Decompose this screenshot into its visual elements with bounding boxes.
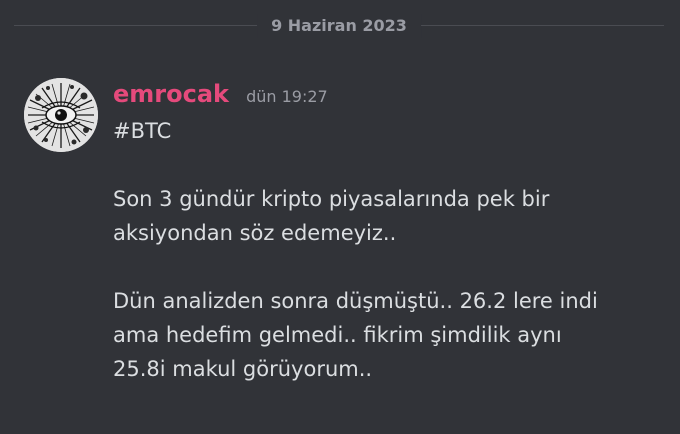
message-header: emrocak dün 19:27 xyxy=(113,74,660,114)
avatar[interactable] xyxy=(24,78,98,152)
message-timestamp[interactable]: dün 19:27 xyxy=(246,87,328,106)
message-paragraph: Son 3 gündür kripto piyasalarında pek bi… xyxy=(113,187,550,245)
avatar-image xyxy=(24,78,98,152)
date-divider-label: 9 Haziran 2023 xyxy=(257,14,421,38)
username[interactable]: emrocak xyxy=(113,80,229,108)
message-paragraph: Dün analizden sonra düşmüştü.. 26.2 lere… xyxy=(113,289,598,381)
date-divider: 9 Haziran 2023 xyxy=(14,14,664,38)
message-content: emrocak dün 19:27 #BTC Son 3 gündür krip… xyxy=(113,74,660,386)
message-paragraph-hashtag: #BTC xyxy=(113,119,172,143)
message-body: #BTC Son 3 gündür kripto piyasalarında p… xyxy=(113,114,660,386)
